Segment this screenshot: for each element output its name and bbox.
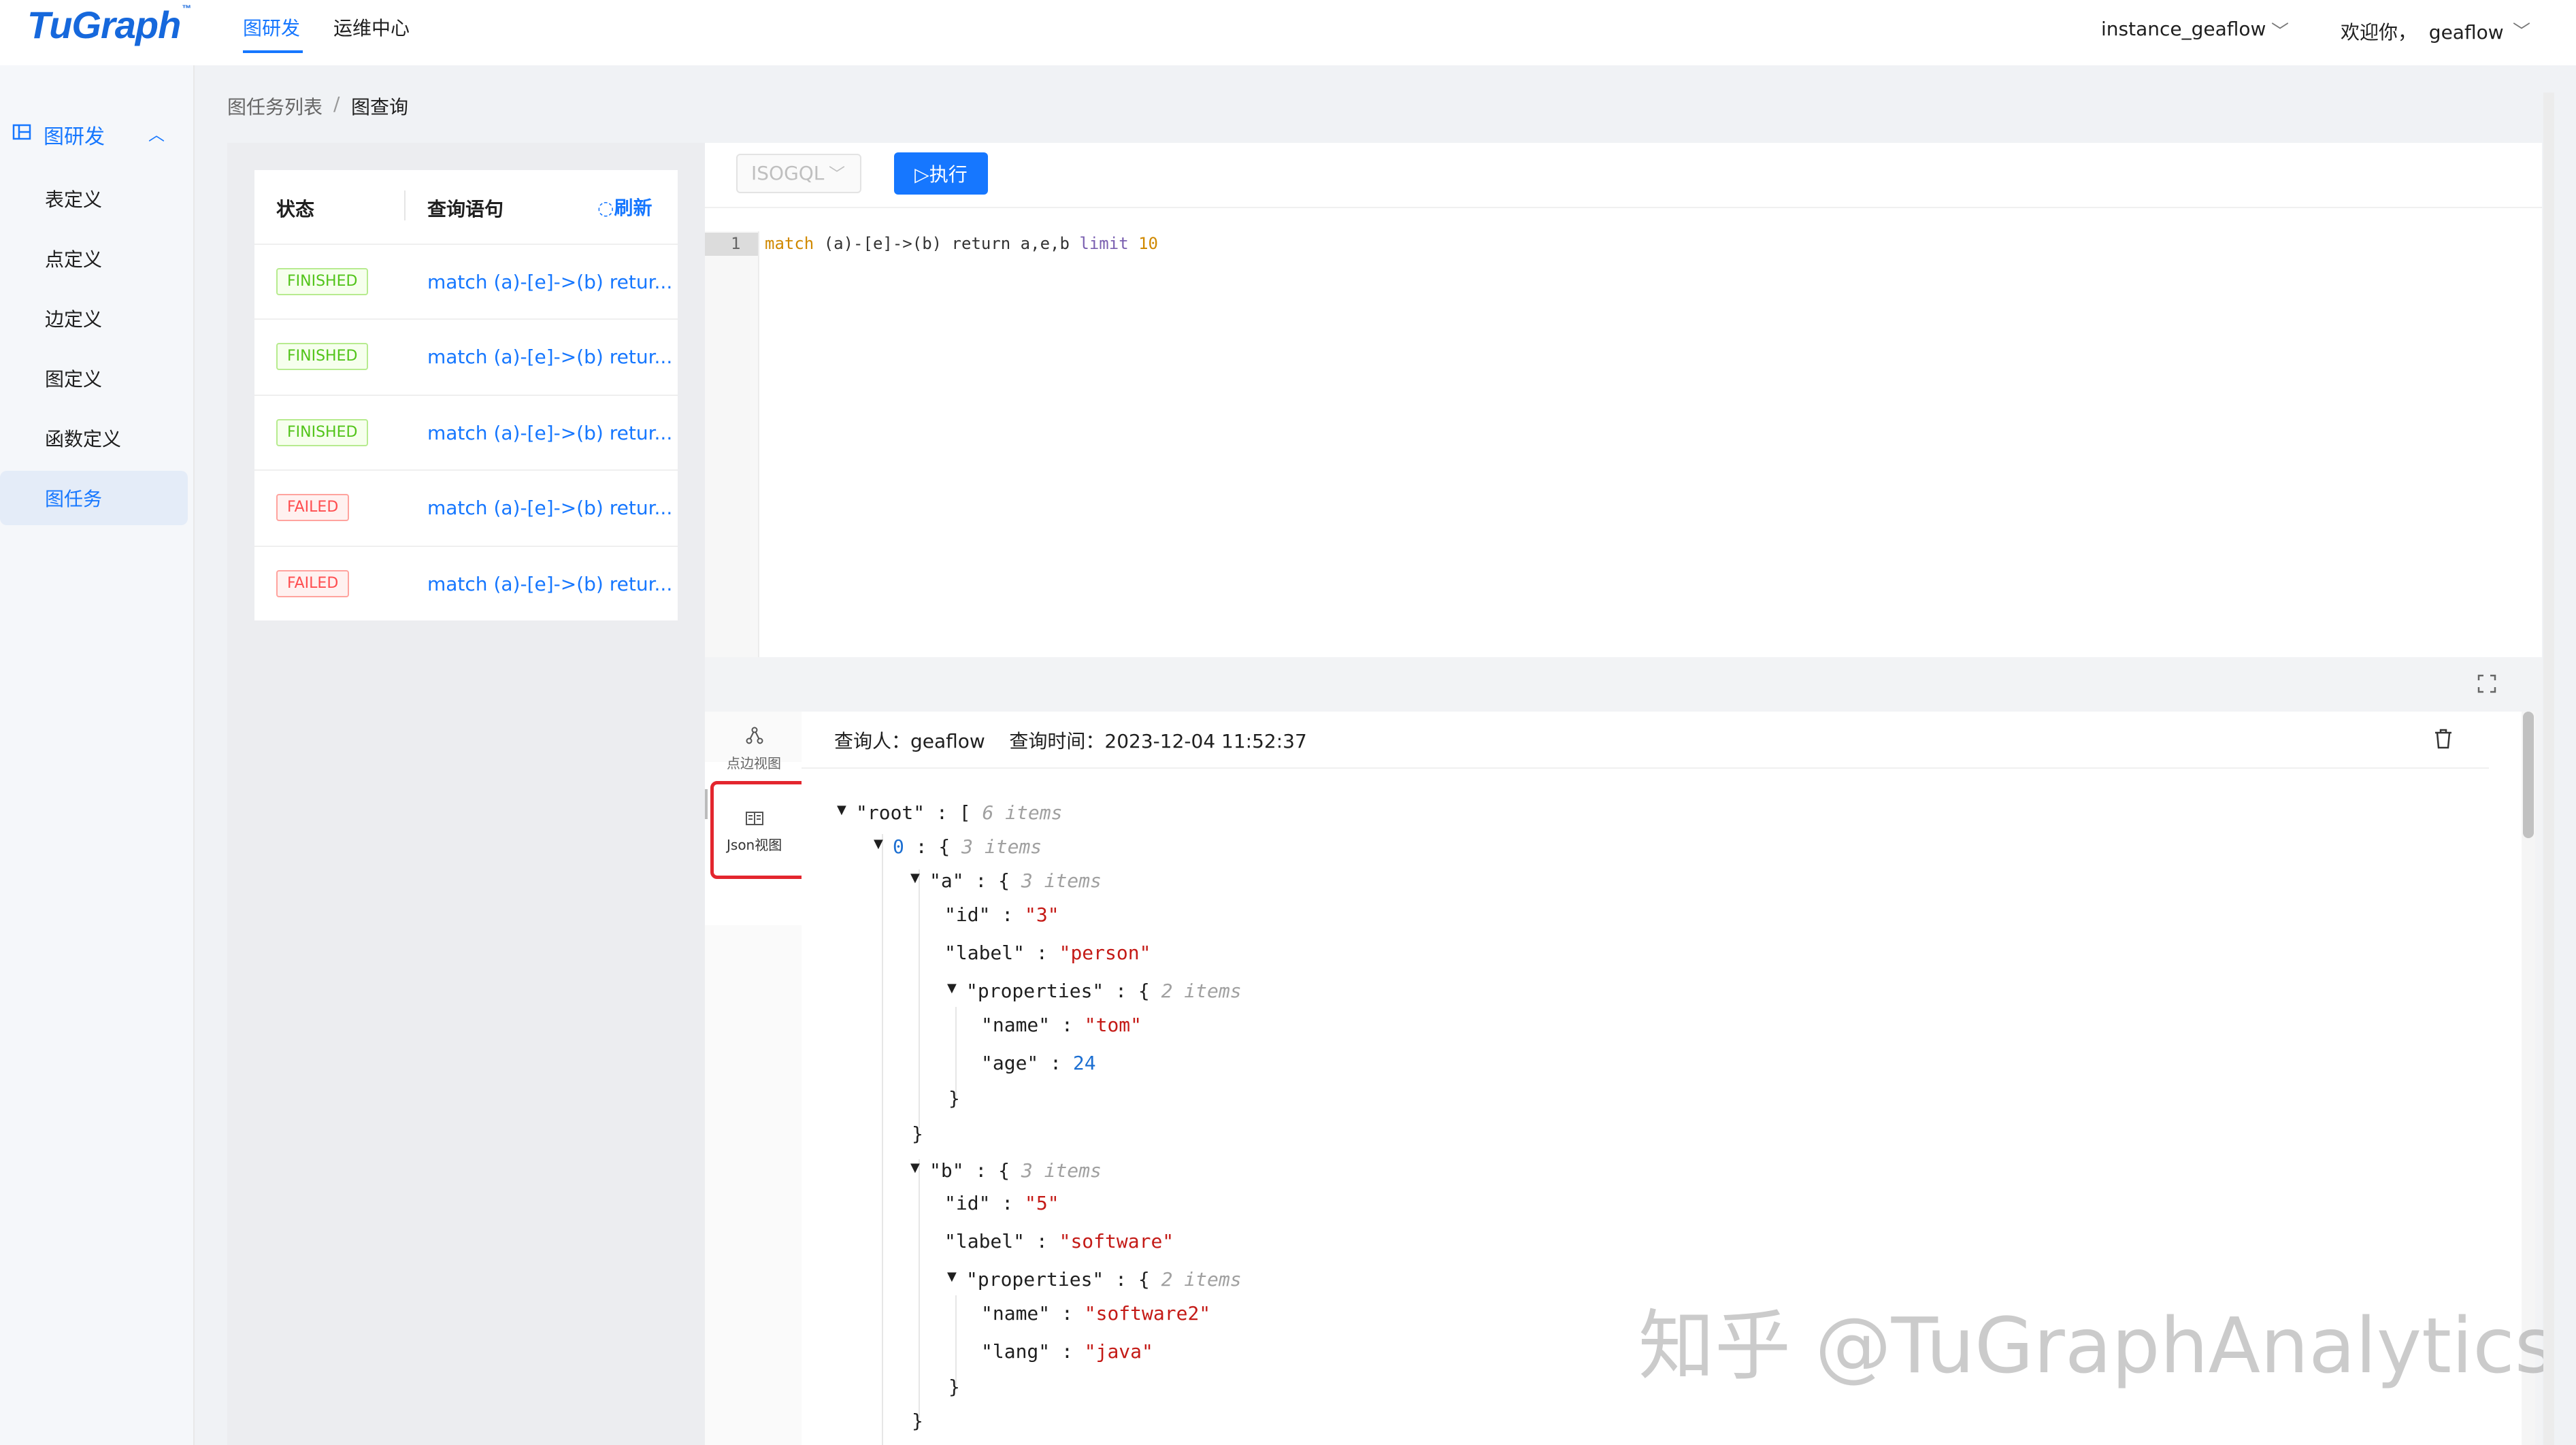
sidebar-section-graph-dev[interactable]: 图研发 [44,120,105,150]
query-link[interactable]: match (a)-[e]->(b) retur... [427,573,672,595]
breadcrumb-separator: / [333,93,340,115]
status-badge: FAILED [276,570,350,597]
instance-selector[interactable]: instance_geaflow [2101,18,2266,40]
status-badge: FINISHED [276,343,369,370]
column-header-status: 状态 [276,198,315,220]
sidebar [0,65,195,1445]
collapse-toggle[interactable]: ▼ [947,1269,957,1284]
sidebar-item-function-def[interactable]: 函数定义 [45,425,121,452]
json-brace: } [948,1087,960,1110]
query-link[interactable]: match (a)-[e]->(b) retur... [427,271,672,293]
column-separator [404,190,406,220]
row-divider [254,469,678,471]
json-line: "label" : "person" [944,942,1151,964]
sidebar-item-vertex-def[interactable]: 点定义 [45,245,102,272]
result-scrollbar-thumb[interactable] [2523,712,2534,838]
collapse-toggle[interactable]: ▼ [837,803,846,817]
highlight-box [710,781,816,879]
query-meta: 查询人：geaflow 查询时间：2023-12-04 11:52:37 [834,730,1307,752]
row-divider [254,244,678,245]
tree-guide [955,1295,957,1385]
json-line: "a" : { 3 items [929,869,1102,892]
json-line: "id" : "3" [944,903,1059,926]
json-line: "b" : { 3 items [929,1159,1102,1182]
nav-ops-center[interactable]: 运维中心 [333,14,410,41]
json-brace: } [948,1376,960,1398]
language-select-value[interactable]: ISOGQL [751,162,824,184]
json-line: "properties" : { 2 items [966,980,1242,1002]
query-link[interactable]: match (a)-[e]->(b) retur... [427,497,672,519]
fullscreen-icon[interactable] [2477,674,2497,694]
column-header-query: 查询语句 [427,198,504,220]
refresh-button[interactable]: ◌刷新 [597,193,652,220]
toolbar-divider [705,207,2542,208]
query-link[interactable]: match (a)-[e]->(b) retur... [427,422,672,444]
row-divider [254,546,678,547]
breadcrumb-graph-query: 图查询 [351,96,409,118]
sidebar-item-graph-def[interactable]: 图定义 [45,365,102,392]
watermark: 知乎 @TuGraphAnalytics [1638,1302,2555,1391]
row-divider [254,318,678,320]
status-badge: FAILED [276,494,350,521]
tree-guide [882,834,883,1445]
tree-guide [955,1007,957,1097]
chevron-down-icon[interactable]: ﹀ [2513,18,2530,43]
sidebar-item-edge-def[interactable]: 边定义 [45,305,102,332]
json-line: "label" : "software" [944,1230,1174,1252]
chevron-up-icon[interactable]: ︿ [148,121,165,145]
code-editor[interactable]: match (a)-[e]->(b) return a,e,b limit 10 [765,234,1158,253]
line-number: 1 [731,234,741,253]
execute-button[interactable]: ▷执行 [894,152,988,195]
collapse-toggle[interactable]: ▼ [874,837,883,851]
user-menu[interactable]: 欢迎你， geaflow [2341,18,2504,45]
page-scrollbar[interactable] [2543,93,2554,1445]
json-line: "id" : "5" [944,1192,1059,1214]
tree-guide [919,869,920,1128]
rail-resize-handle[interactable] [705,789,708,819]
line-number-gutter [705,231,759,657]
query-link[interactable]: match (a)-[e]->(b) retur... [427,346,672,368]
breadcrumb-task-list[interactable]: 图任务列表 [227,93,323,120]
status-badge: FINISHED [276,268,369,295]
json-line: "age" : 24 [981,1052,1096,1074]
status-badge: FINISHED [276,419,369,446]
sidebar-item-table-def[interactable]: 表定义 [45,185,102,212]
graph-view-icon[interactable] [744,725,765,746]
nav-active-underline [243,50,303,53]
row-divider [254,395,678,396]
collapse-toggle[interactable]: ▼ [910,871,920,885]
delete-icon[interactable] [2433,728,2454,750]
json-line: "properties" : { 2 items [966,1268,1242,1291]
tree-guide [919,1159,920,1418]
json-line: "name" : "software2" [981,1302,1211,1325]
graph-view-tab[interactable]: 点边视图 [727,752,781,772]
chevron-down-icon[interactable]: ﹀ [829,161,845,184]
refresh-icon[interactable]: ◌ [597,197,614,219]
json-line: "root" : [ 6 items [856,801,1063,824]
chevron-down-icon[interactable]: ﹀ [2271,18,2289,43]
sidebar-item-graph-task[interactable]: 图任务 [45,484,102,512]
json-line: "name" : "tom" [981,1014,1142,1036]
json-line: "lang" : "java" [981,1340,1153,1363]
editor-result-splitter[interactable] [705,657,2542,712]
nav-graph-dev[interactable]: 图研发 [243,14,300,41]
json-brace: } [912,1410,923,1432]
meta-divider [802,767,2489,769]
json-line: 0 : { 3 items [893,835,1042,858]
json-brace: } [912,1123,923,1145]
table-icon [12,124,31,140]
query-editor-panel [705,143,2542,657]
tugraph-logo[interactable]: TuGraph ™ [27,3,191,47]
collapse-toggle[interactable]: ▼ [947,981,957,995]
collapse-toggle[interactable]: ▼ [910,1161,920,1175]
